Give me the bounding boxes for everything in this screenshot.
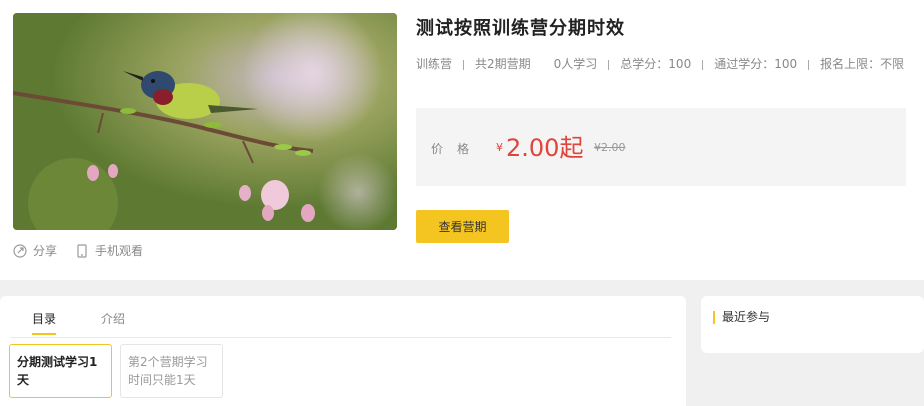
view-periods-button[interactable]: 查看营期 — [416, 210, 509, 243]
recent-participants-title: 最近参与 — [713, 311, 770, 324]
meta-type: 训练营 — [416, 57, 453, 71]
course-cover-image — [13, 13, 397, 230]
price-box: 价格 ¥ 2.00起 ¥2.00 — [416, 108, 906, 186]
meta-divider — [608, 59, 610, 70]
mobile-icon — [75, 243, 89, 258]
content-tabs: 目录 介绍 — [10, 310, 671, 338]
price-currency: ¥ — [496, 141, 503, 154]
period-card-selected[interactable]: 分期测试学习1天 — [9, 344, 112, 398]
meta-divider — [542, 60, 543, 70]
mobile-view-label: 手机观看 — [95, 244, 144, 258]
meta-pass-credits: 通过学分：100 — [714, 57, 798, 71]
course-actions: 分享 手机观看 — [13, 242, 161, 259]
recent-participants-panel: 最近参与 — [701, 296, 924, 353]
share-label: 分享 — [33, 244, 58, 258]
meta-learners: 0人学习 — [553, 57, 598, 71]
bird-photo — [13, 13, 397, 230]
share-action[interactable]: 分享 — [13, 242, 57, 259]
tab-catalog[interactable]: 目录 — [32, 310, 57, 335]
meta-total-credits: 总学分：100 — [620, 57, 692, 71]
meta-enroll-limit: 报名上限：不限 — [820, 57, 905, 71]
mobile-view-action[interactable]: 手机观看 — [75, 242, 143, 259]
price-label: 价格 — [431, 142, 484, 156]
course-meta: 训练营 共2期营期 0人学习 总学分：100 通过学分：100 报名上限：不限 — [416, 52, 906, 77]
tab-intro[interactable]: 介绍 — [101, 310, 125, 327]
meta-divider — [702, 59, 704, 70]
price-value: 2.00起 — [506, 134, 584, 162]
course-header: 分享 手机观看 测试按照训练营分期时效 训练营 共2期营期 0人学习 总学分：100 通… — [0, 0, 924, 280]
share-icon — [13, 243, 27, 258]
course-content-panel: 目录 介绍 分期测试学习1天 第2个营期学习时间只能1天 — [0, 296, 686, 406]
original-price: ¥2.00 — [594, 141, 626, 154]
meta-period-count: 共2期营期 — [475, 57, 531, 71]
course-title: 测试按照训练营分期时效 — [416, 18, 625, 39]
meta-divider — [463, 59, 465, 70]
period-card[interactable]: 第2个营期学习时间只能1天 — [120, 344, 223, 398]
meta-divider — [808, 59, 810, 70]
